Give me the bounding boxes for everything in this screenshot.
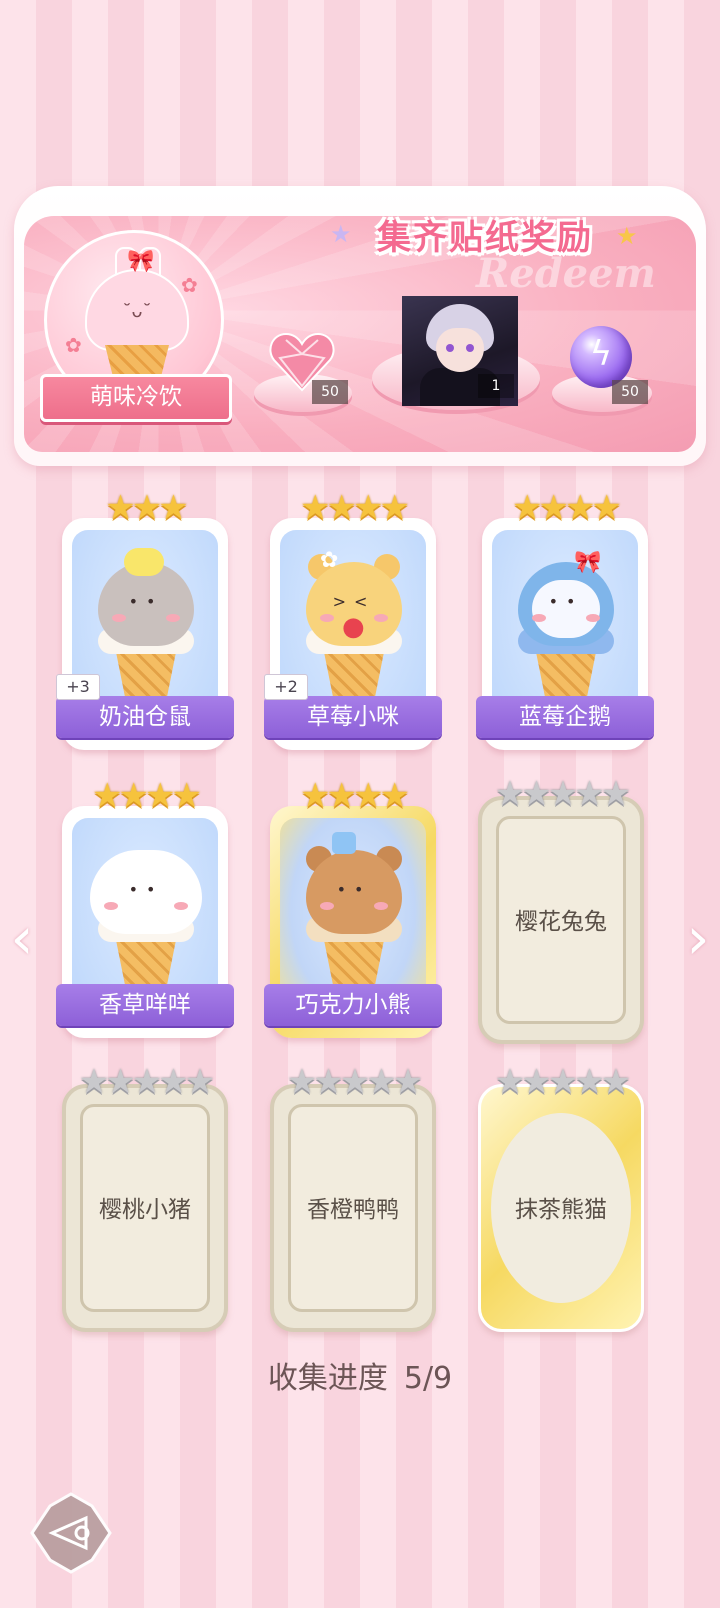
sticker-card[interactable]: •• 🎀 ★★★★ 蓝莓企鹅 (476, 490, 654, 758)
rarity-stars: ★★★★ (92, 776, 202, 816)
sticker-card[interactable]: >< ● ✿ ★★★★ 草莓小咪 +2 (264, 490, 442, 758)
ice-cube-icon (332, 832, 356, 854)
sticker-label: 草莓小咪 (264, 696, 442, 738)
sticker-label: 巧克力小熊 (264, 984, 442, 1026)
progress-label: 收集进度 (267, 1361, 388, 1396)
sticker-card-locked[interactable]: ★★★★★ 樱花兔兔 (478, 776, 644, 1044)
bunny-scoop (85, 269, 189, 351)
portrait-face (436, 328, 484, 372)
bear-face: •• (336, 880, 372, 899)
sparkle-star-icon: ★ (616, 222, 638, 250)
back-button[interactable] (30, 1492, 112, 1574)
sheep-head: •• (90, 850, 202, 934)
rarity-stars: ★★★ (105, 488, 188, 528)
flower-icon: ✿ (181, 273, 198, 297)
sticker-card-locked[interactable]: ★★★★★ 抹茶熊猫 (478, 1064, 644, 1332)
sticker-label: 香草咩咩 (56, 984, 234, 1026)
rarity-stars: ★★★★★ (286, 1062, 423, 1102)
next-page-button[interactable]: › (680, 909, 716, 970)
hamster-face: •• (128, 592, 164, 611)
daisy-icon: ✿ (320, 548, 339, 573)
strawberry-icon: ● (342, 612, 365, 642)
sticker-card[interactable]: •• ★★★★ 巧克力小熊 (264, 778, 442, 1046)
duplicate-count: +3 (56, 674, 100, 700)
sticker-card-locked[interactable]: ★★★★★ 樱桃小猪 (62, 1064, 228, 1332)
rarity-stars: ★★★★★ (78, 1062, 215, 1102)
cream-topping (124, 548, 164, 576)
sticker-label: 樱桃小猪 (99, 1197, 191, 1223)
prev-page-button[interactable]: ‹ (4, 909, 40, 970)
sheep-face: •• (128, 880, 164, 899)
flower-icon: ✿ (65, 333, 82, 357)
reward-qty: 50 (312, 380, 348, 404)
sticker-label: 樱花兔兔 (515, 909, 607, 935)
cat-face: >< (332, 592, 376, 611)
sticker-label: 奶油仓鼠 (56, 696, 234, 738)
sticker-label: 抹茶熊猫 (515, 1197, 607, 1223)
rarity-stars: ★★★★★ (494, 774, 631, 814)
rarity-stars: ★★★★ (512, 488, 622, 528)
lightning-icon: ϟ (589, 334, 613, 374)
sticker-label: 香橙鸭鸭 (307, 1197, 399, 1223)
rarity-stars: ★★★★★ (494, 1062, 631, 1102)
sticker-card[interactable]: •• ★★★★ 香草咩咩 (56, 778, 234, 1046)
sparkle-star-icon: ★ (330, 220, 352, 248)
progress-value: 5/9 (403, 1361, 453, 1396)
bow-icon: 🎀 (127, 249, 155, 274)
rarity-stars: ★★★★ (300, 488, 410, 528)
duplicate-count: +2 (264, 674, 308, 700)
sticker-label: 蓝莓企鹅 (476, 696, 654, 738)
collection-progress: 收集进度 5/9 (0, 1353, 720, 1397)
penguin-face: •• (548, 592, 584, 611)
sticker-card[interactable]: •• ★★★ 奶油仓鼠 +3 (56, 490, 234, 758)
rarity-stars: ★★★★ (300, 776, 410, 816)
energy-orb-icon[interactable]: ϟ (570, 326, 632, 388)
reward-qty: 50 (612, 380, 648, 404)
sticker-card-locked[interactable]: ★★★★★ 香橙鸭鸭 (270, 1064, 436, 1332)
collection-name-ribbon: 萌味冷饮 (40, 374, 232, 422)
bow-icon: 🎀 (574, 550, 602, 575)
reward-qty: 1 (478, 374, 514, 398)
banner-title: 集齐贴纸奖励 (377, 218, 593, 258)
